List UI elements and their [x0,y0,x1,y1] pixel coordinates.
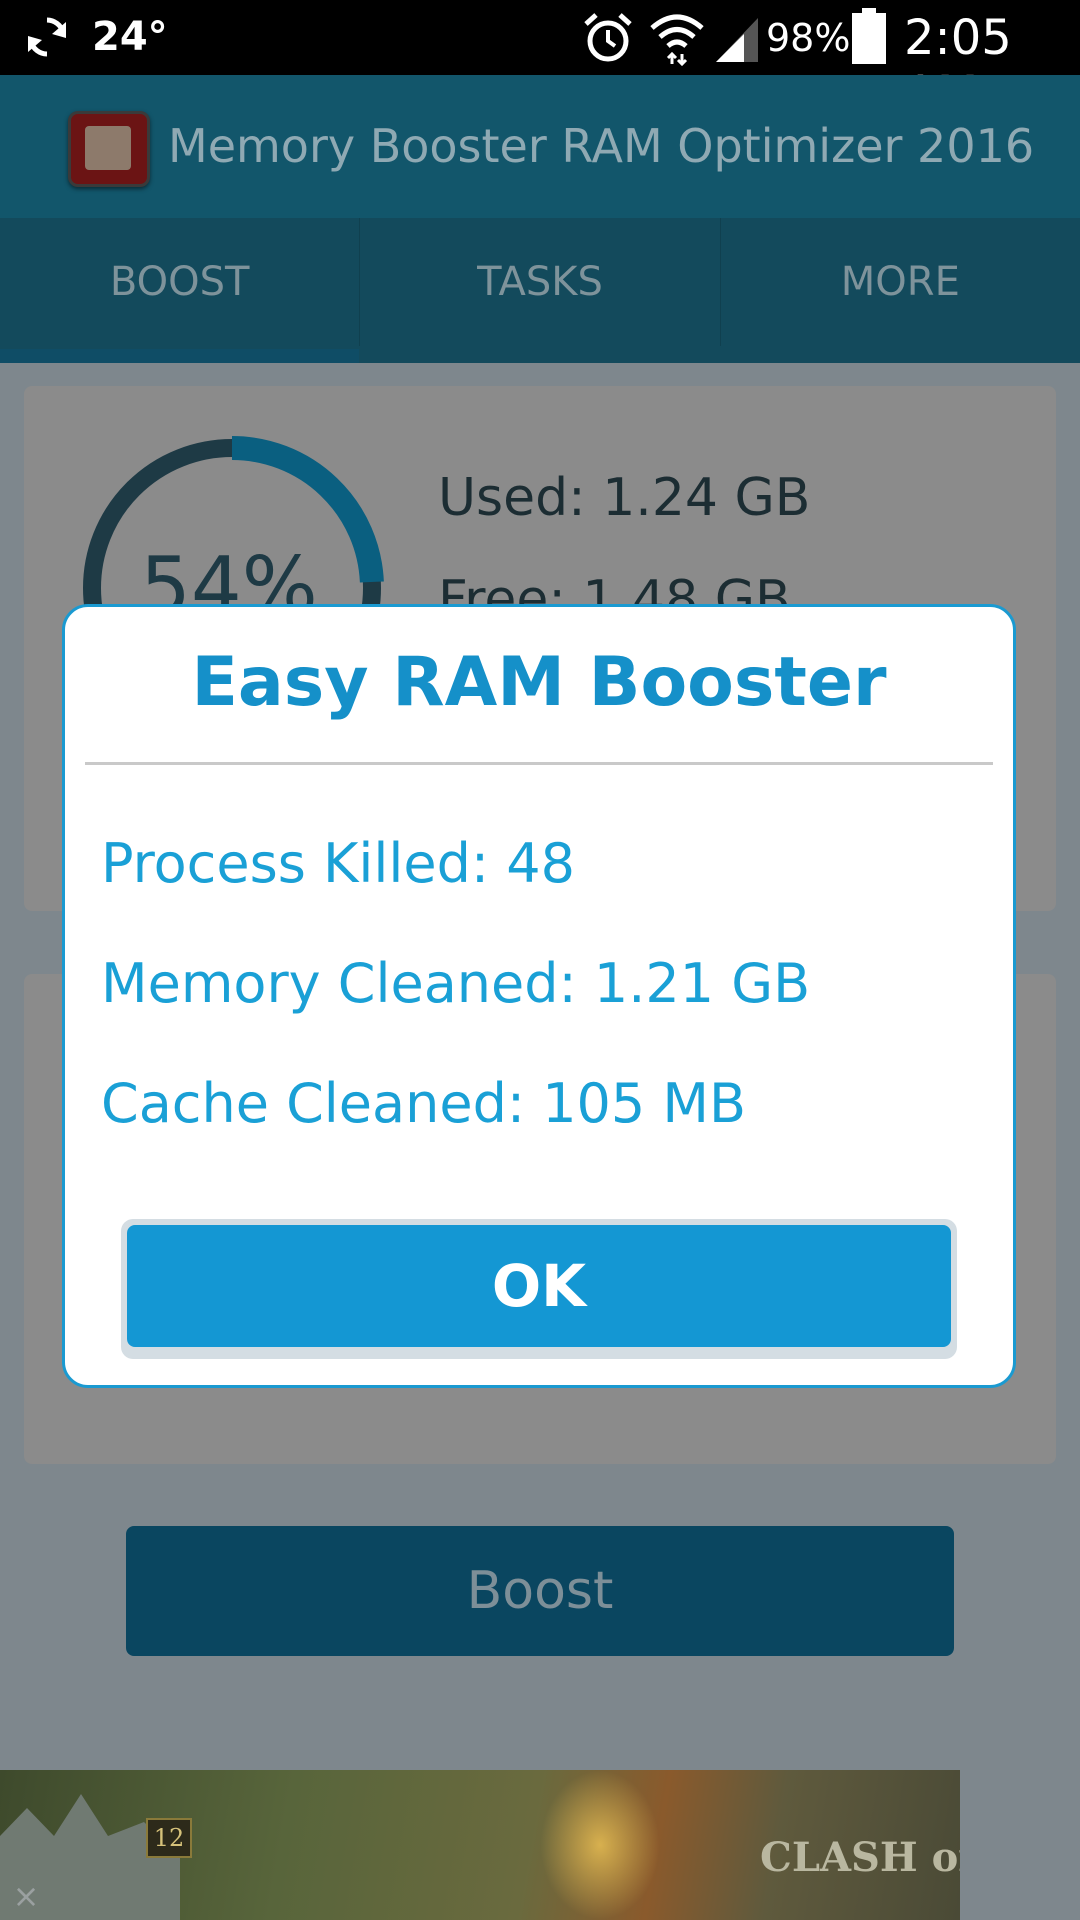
ad-brand-logo: CLASH of KINGS [760,1834,960,1881]
tab-bar: BOOST TASKS MORE [0,218,1080,363]
cache-cleaned-text: Cache Cleaned: 105 MB [101,1072,747,1135]
dialog-title: Easy RAM Booster [191,643,887,722]
memory-cleaned-text: Memory Cleaned: 1.21 GB [101,952,811,1015]
ok-button[interactable]: OK [121,1219,957,1359]
tab-tasks[interactable]: TASKS [360,218,721,346]
app-logo-icon [68,111,150,187]
ad-flare-image [540,1770,660,1920]
boost-result-dialog: Easy RAM Booster Process Killed: 48 Memo… [62,604,1016,1388]
ad-banner[interactable]: 12 CLASH of KINGS [0,1770,960,1920]
cell-signal-icon [716,18,758,62]
ad-level-badge: 12 [146,1818,192,1858]
alarm-icon [584,13,632,62]
app-header: Memory Booster RAM Optimizer 2016 [0,75,1080,218]
battery-icon [852,8,886,64]
app-title: Memory Booster RAM Optimizer 2016 [168,119,1035,173]
process-killed-text: Process Killed: 48 [101,832,576,895]
dialog-divider [85,762,993,765]
status-bar: 24° 98% 2:05 AM [0,0,1080,122]
tab-more[interactable]: MORE [721,218,1080,346]
temperature-text: 24° [92,14,168,60]
battery-percent-text: 98% [766,16,851,60]
ad-close-icon[interactable]: × [6,1876,46,1916]
tab-boost[interactable]: BOOST [0,218,361,363]
ok-button-label: OK [127,1225,951,1347]
wifi-icon [650,14,704,66]
used-memory: Used: 1.24 GB [438,468,810,528]
used-label: Used: [438,468,586,528]
boost-button[interactable]: Boost [126,1526,954,1656]
sync-icon [28,17,66,57]
used-value: 1.24 GB [602,468,811,528]
